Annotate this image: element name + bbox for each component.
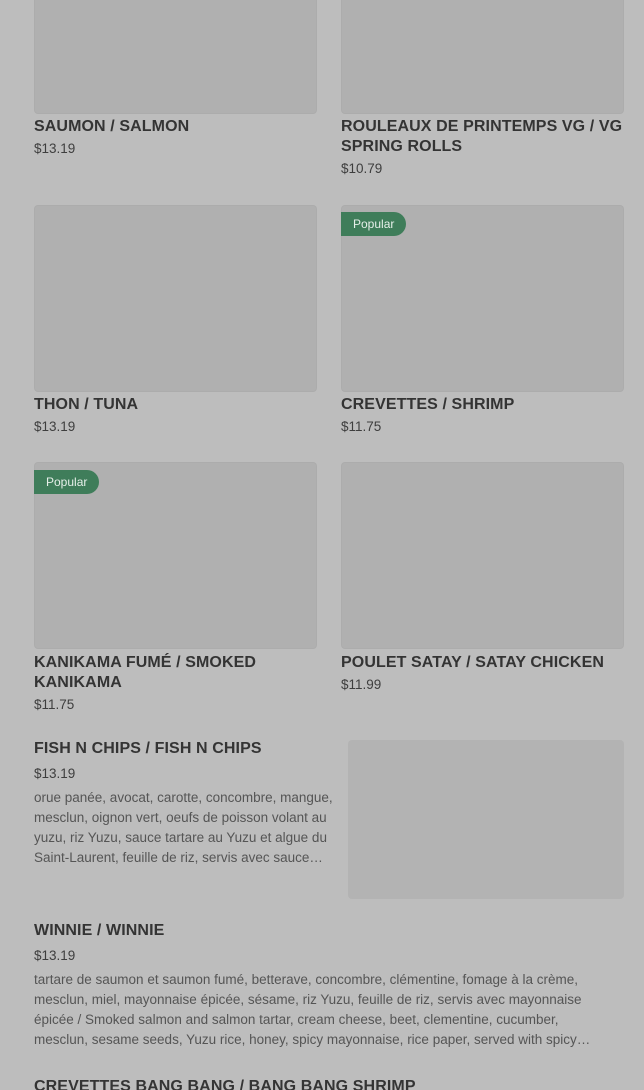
menu-page: SAUMON / SALMON $13.19 ROULEAUX DE PRINT… [0,0,644,1090]
menu-list-item[interactable]: WINNIE / WINNIE $13.19 tartare de saumon… [34,921,624,1061]
popular-badge: Popular [34,470,100,494]
item-image [34,205,317,392]
item-title: POULET SATAY / SATAY CHICKEN [341,654,604,671]
item-title: FISH N CHIPS / FISH N CHIPS [34,740,262,757]
item-title: KANIKAMA FUMÉ / SMOKED KANIKAMA [34,654,257,691]
menu-item-card[interactable]: ROULEAUX DE PRINTEMPS VG / VG SPRING ROL… [341,0,624,190]
menu-item-card[interactable]: POULET SATAY / SATAY CHICKEN $11.99 [341,462,624,702]
item-title: ROULEAUX DE PRINTEMPS VG / VG SPRING ROL… [341,118,623,155]
item-image [341,0,624,114]
item-image [348,740,624,899]
item-description: orue panée, avocat, carotte, concombre, … [34,790,333,865]
item-price: $11.75 [34,697,75,712]
menu-item-card[interactable]: SAUMON / SALMON $13.19 [34,0,317,160]
item-image [34,0,317,114]
menu-list-item[interactable]: FISH N CHIPS / FISH N CHIPS $13.19 orue … [34,739,624,899]
item-price: $10.79 [341,161,383,176]
item-title: CREVETTES / SHRIMP [341,396,515,413]
menu-list-item[interactable]: CREVETTES BANG BANG / BANG BANG SHRIMP [34,1077,624,1090]
item-title: THON / TUNA [34,396,139,413]
item-image [341,462,624,649]
popular-badge: Popular [341,212,407,236]
menu-item-card[interactable]: THON / TUNA $13.19 [34,205,317,445]
item-price: $13.19 [34,948,76,963]
item-price: $11.75 [341,419,382,434]
item-price: $13.19 [34,766,76,781]
menu-item-card[interactable]: Popular KANIKAMA FUMÉ / SMOKED KANIKAMA … [34,462,317,722]
item-description: tartare de saumon et saumon fumé, better… [34,972,582,1047]
item-title: CREVETTES BANG BANG / BANG BANG SHRIMP [34,1078,416,1090]
item-title: WINNIE / WINNIE [34,922,165,939]
item-price: $13.19 [34,419,76,434]
menu-item-card[interactable]: Popular CREVETTES / SHRIMP $11.75 [341,205,624,445]
item-price: $13.19 [34,141,76,156]
item-price: $11.99 [341,677,382,692]
item-title: SAUMON / SALMON [34,118,190,135]
